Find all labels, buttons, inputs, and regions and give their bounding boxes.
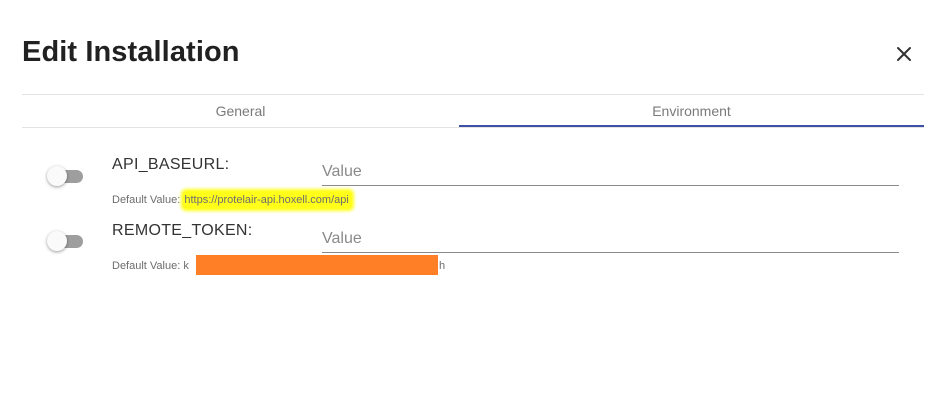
default-value-label: Default Value: [112,260,181,272]
api-baseurl-toggle[interactable] [47,166,83,186]
header-divider [22,94,924,95]
dialog-title: Edit Installation [22,36,240,68]
tab-general[interactable]: General [22,96,459,126]
api-baseurl-label: API_BASEURL: [112,156,230,173]
close-icon [897,47,911,61]
default-value-label: Default Value: [112,194,181,206]
toggle-knob [47,231,67,251]
api-baseurl-default: Default Value: https://protelair-api.hox… [112,191,352,209]
api-baseurl-default-value: https://protelair-api.hoxell.com/api [183,191,352,209]
redaction-block [196,255,438,275]
remote-token-default: Default Value: k h [112,260,445,272]
remote-token-value-input[interactable] [322,226,899,253]
tab-bar-divider [22,127,924,128]
tab-environment[interactable]: Environment [459,96,924,126]
close-button[interactable] [893,43,915,65]
active-tab-indicator [459,125,924,127]
remote-token-default-start: k [183,260,189,272]
api-baseurl-value-input[interactable] [322,159,899,186]
remote-token-label: REMOTE_TOKEN: [112,222,253,239]
remote-token-default-end: h [439,260,446,272]
toggle-knob [47,166,67,186]
remote-token-toggle[interactable] [47,231,83,251]
